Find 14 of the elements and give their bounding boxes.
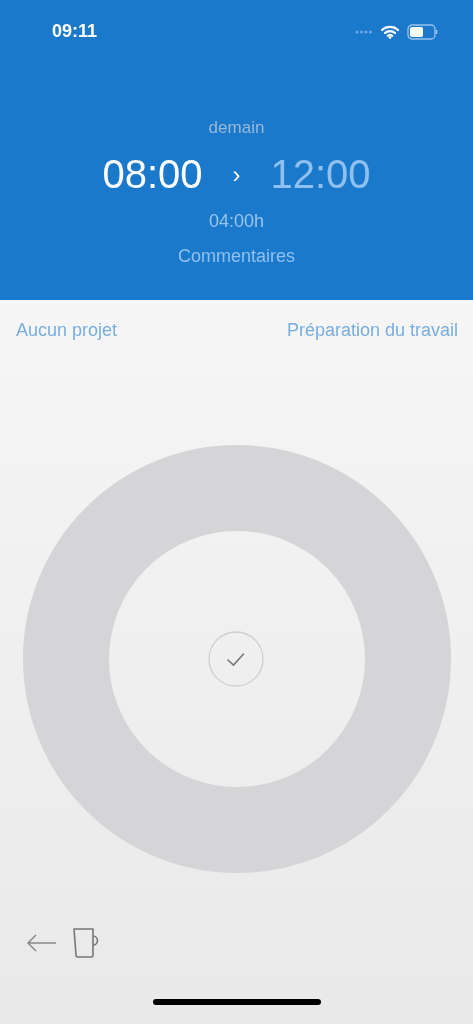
wifi-icon (381, 24, 399, 39)
comments-link[interactable]: Commentaires (177, 246, 295, 267)
chevron-icon: › (232, 160, 241, 189)
back-arrow-icon[interactable] (26, 933, 58, 953)
status-time: 09:11 (52, 21, 98, 42)
duration-label: 04:00h (208, 211, 265, 232)
signal-icon (355, 29, 373, 34)
battery-icon (407, 23, 439, 40)
start-time[interactable]: 08:00 (102, 152, 203, 197)
project-link[interactable]: Aucun projet (16, 320, 118, 341)
task-link[interactable]: Préparation du travail (286, 320, 458, 341)
end-time[interactable]: 12:00 (270, 152, 371, 197)
day-label: demain (208, 118, 265, 138)
check-icon[interactable] (208, 631, 264, 687)
